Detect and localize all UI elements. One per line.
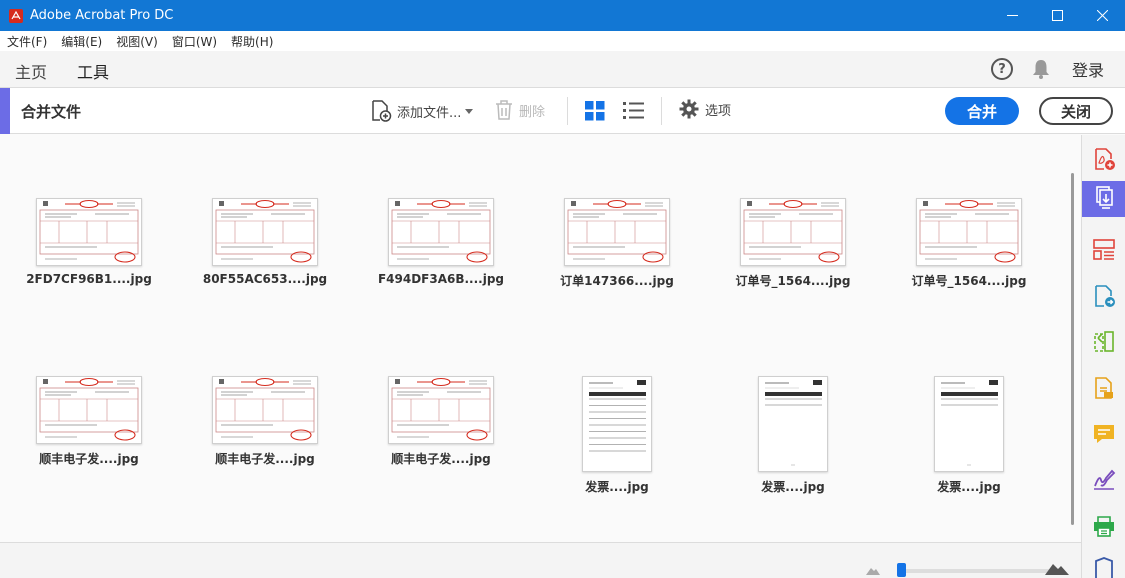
file-thumbnail[interactable]: 订单号_1564....jpg	[722, 198, 862, 318]
tools-pane	[1081, 135, 1125, 578]
scrollbar-thumb[interactable]	[1071, 173, 1074, 525]
page-preview	[212, 198, 318, 266]
file-thumbnail[interactable]: 订单147366....jpg	[546, 198, 686, 318]
menu-edit[interactable]: 编辑(E)	[54, 33, 109, 50]
page-preview	[388, 376, 494, 444]
file-thumbnail[interactable]: 发票....jpg	[546, 376, 686, 496]
file-thumbnail[interactable]: 80F55AC653....jpg	[194, 198, 334, 318]
file-grid: 2FD7CF96B1....jpg 80F55AC653....jpg F494DF…	[0, 135, 1081, 542]
file-thumbnail[interactable]: 顺丰电子发....jpg	[194, 376, 334, 496]
page-preview	[934, 376, 1004, 472]
file-thumbnail[interactable]: 订单号_1564....jpg	[898, 198, 1038, 318]
edit-pdf-icon[interactable]	[1091, 375, 1117, 401]
bell-icon[interactable]	[1032, 59, 1050, 79]
comment-icon[interactable]	[1091, 421, 1117, 447]
grid-view-icon[interactable]	[585, 101, 605, 121]
thumbnail-size-slider[interactable]	[900, 569, 1050, 573]
chevron-down-icon	[465, 108, 474, 114]
file-name: 发票....jpg	[585, 480, 649, 494]
small-thumbnail-icon[interactable]	[866, 565, 880, 575]
file-name: 订单号_1564....jpg	[911, 274, 1027, 288]
file-name: F494DF3A6B....jpg	[377, 272, 505, 286]
merge-button[interactable]: 合并	[945, 97, 1019, 125]
page-preview	[564, 198, 670, 266]
minimize-icon	[1007, 15, 1018, 16]
file-thumbnail[interactable]: F494DF3A6B....jpg	[370, 198, 510, 318]
page-preview	[916, 198, 1022, 266]
gear-icon	[679, 99, 699, 119]
menu-window[interactable]: 窗口(W)	[165, 33, 224, 50]
file-name: 2FD7CF96B1....jpg	[26, 272, 152, 286]
file-thumbnail[interactable]: 发票....jpg	[898, 376, 1038, 496]
close-tool-button[interactable]: 关闭	[1039, 97, 1113, 125]
separator	[661, 97, 662, 125]
create-pdf-icon[interactable]	[1091, 146, 1117, 172]
minimize-button[interactable]	[990, 0, 1035, 31]
page-preview	[36, 376, 142, 444]
compare-icon[interactable]	[1091, 329, 1117, 355]
page-preview	[36, 198, 142, 266]
file-name: 80F55AC653....jpg	[202, 272, 328, 286]
file-thumbnail[interactable]: 2FD7CF96B1....jpg	[18, 198, 158, 318]
large-thumbnail-icon[interactable]	[1045, 561, 1069, 575]
add-files-label: 添加文件...	[397, 105, 462, 121]
export-pdf-icon[interactable]	[1091, 283, 1117, 309]
file-name: 订单147366....jpg	[560, 274, 674, 288]
tab-home[interactable]: 主页	[15, 59, 47, 83]
file-name: 发票....jpg	[937, 480, 1001, 494]
options-button[interactable]: 选项	[679, 99, 731, 119]
file-thumbnail[interactable]: 顺丰电子发....jpg	[18, 376, 158, 496]
page-preview	[758, 376, 828, 472]
menu-view[interactable]: 视图(V)	[109, 33, 165, 50]
file-thumbnail[interactable]: 顺丰电子发....jpg	[370, 376, 510, 496]
file-thumbnail[interactable]: 发票....jpg	[722, 376, 862, 496]
delete-label: 删除	[519, 104, 546, 120]
slider-knob[interactable]	[897, 563, 906, 577]
page-preview	[740, 198, 846, 266]
title-bar: Adobe Acrobat Pro DC	[0, 0, 1125, 31]
close-icon	[1097, 10, 1108, 21]
menu-file[interactable]: 文件(F)	[0, 33, 54, 50]
login-link[interactable]: 登录	[1072, 57, 1104, 81]
file-name: 顺丰电子发....jpg	[391, 452, 491, 466]
organize-pages-icon[interactable]	[1091, 237, 1117, 263]
file-name: 顺丰电子发....jpg	[39, 452, 139, 466]
page-preview	[582, 376, 652, 472]
maximize-button[interactable]	[1035, 0, 1080, 31]
close-window-button[interactable]	[1080, 0, 1125, 31]
file-name: 订单号_1564....jpg	[735, 274, 851, 288]
combine-files-icon[interactable]	[1082, 181, 1125, 217]
protect-icon[interactable]	[1091, 555, 1117, 578]
nav-bar: 主页 工具 ? 登录	[0, 51, 1125, 90]
file-name: 顺丰电子发....jpg	[215, 452, 315, 466]
page-title: 合并文件	[21, 103, 82, 121]
menu-help[interactable]: 帮助(H)	[224, 33, 280, 50]
page-preview	[388, 198, 494, 266]
file-name: 发票....jpg	[761, 480, 825, 494]
page-preview	[212, 376, 318, 444]
trash-icon	[496, 100, 512, 120]
tool-bar: 合并文件 添加文件... 删除 选项 合并 关闭	[0, 88, 1125, 134]
acrobat-logo-icon	[9, 8, 23, 23]
maximize-icon	[1052, 10, 1063, 21]
list-view-icon[interactable]	[623, 101, 644, 120]
options-label: 选项	[705, 103, 732, 119]
window-title: Adobe Acrobat Pro DC	[30, 8, 174, 23]
delete-button[interactable]: 删除	[494, 99, 545, 121]
separator	[567, 97, 568, 125]
vertical-scrollbar[interactable]	[1066, 135, 1081, 542]
add-file-icon	[372, 100, 392, 122]
print-production-icon[interactable]	[1091, 513, 1117, 539]
toolbar-accent	[0, 88, 10, 134]
status-bar	[0, 542, 1081, 578]
add-files-button[interactable]: 添加文件...	[369, 99, 474, 123]
help-icon[interactable]: ?	[990, 58, 1013, 80]
menu-bar: 文件(F) 编辑(E) 视图(V) 窗口(W) 帮助(H)	[0, 31, 1125, 51]
fill-sign-icon[interactable]	[1091, 467, 1117, 493]
tab-tools[interactable]: 工具	[77, 59, 110, 90]
